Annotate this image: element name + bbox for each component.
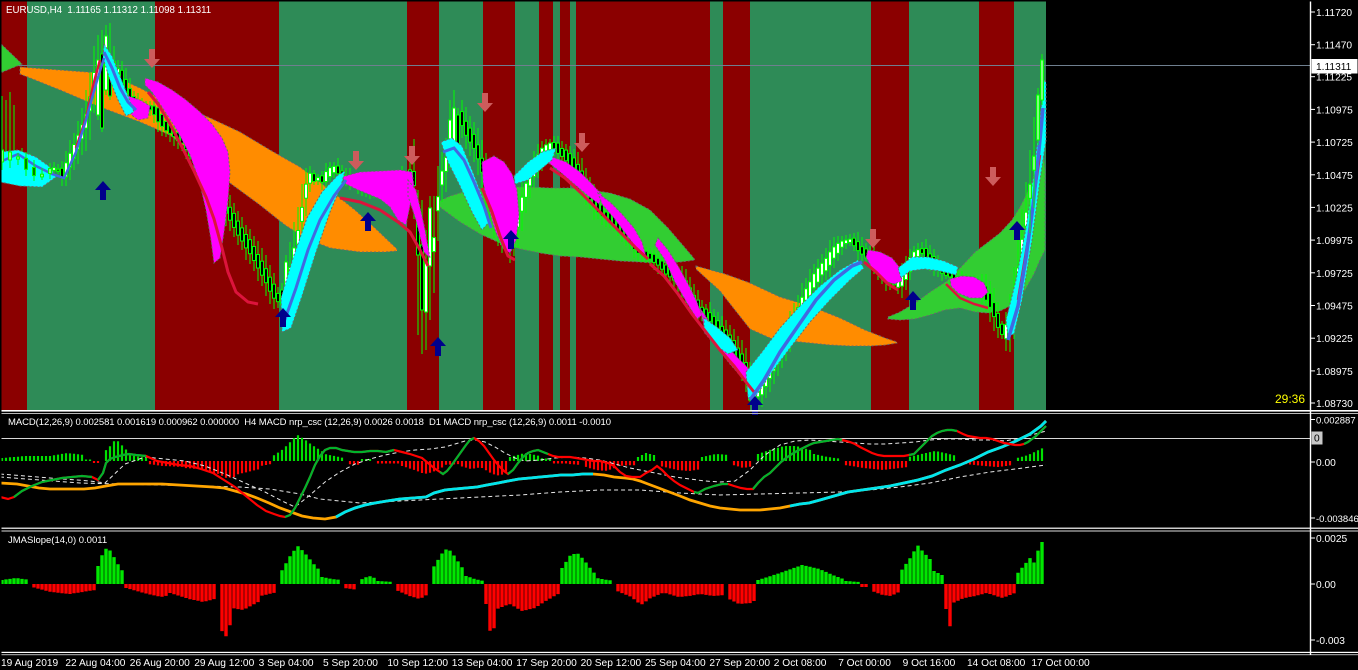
svg-text:0.002887: 0.002887 [1316,416,1356,427]
svg-text:1.08730: 1.08730 [1316,399,1353,410]
svg-text:1.11470: 1.11470 [1316,41,1352,52]
svg-text:0.00: 0.00 [1316,580,1336,591]
svg-text:27 Sep 20:00: 27 Sep 20:00 [709,658,770,669]
svg-text:1.11720: 1.11720 [1316,8,1352,19]
svg-text:19 Aug 2019: 19 Aug 2019 [1,658,59,669]
svg-text:0: 0 [1314,434,1320,445]
svg-text:-0.003846: -0.003846 [1316,514,1358,525]
svg-text:2 Oct 08:00: 2 Oct 08:00 [774,658,827,669]
svg-text:9 Oct 16:00: 9 Oct 16:00 [903,658,956,669]
svg-text:5 Sep 20:00: 5 Sep 20:00 [323,658,378,669]
svg-text:EURUSD,H4 1.11165 1.11312 1.1: EURUSD,H4 1.11165 1.11312 1.11098 1.1131… [6,5,211,16]
svg-text:1.08975: 1.08975 [1316,367,1353,378]
svg-text:26 Aug 20:00: 26 Aug 20:00 [130,658,190,669]
svg-text:1.10475: 1.10475 [1316,171,1353,182]
svg-text:7 Oct 00:00: 7 Oct 00:00 [838,658,891,669]
svg-text:14 Oct 08:00: 14 Oct 08:00 [967,658,1026,669]
svg-text:JMASlope(14,0) 0.0011: JMASlope(14,0) 0.0011 [8,535,107,546]
svg-text:MACD(12,26,9) 0.002581 0.00161: MACD(12,26,9) 0.002581 0.001619 0.000962… [8,417,611,428]
svg-text:13 Sep 04:00: 13 Sep 04:00 [452,658,513,669]
svg-text:1.10225: 1.10225 [1316,203,1353,214]
svg-text:1.09725: 1.09725 [1316,269,1353,280]
svg-text:1.09975: 1.09975 [1316,236,1353,247]
svg-text:0.0025: 0.0025 [1316,534,1347,545]
svg-text:25 Sep 04:00: 25 Sep 04:00 [645,658,706,669]
svg-text:17 Sep 20:00: 17 Sep 20:00 [516,658,577,669]
svg-text:-0.003: -0.003 [1316,636,1345,647]
svg-text:22 Aug 04:00: 22 Aug 04:00 [65,658,125,669]
svg-text:29 Aug 12:00: 29 Aug 12:00 [194,658,254,669]
svg-text:3 Sep 04:00: 3 Sep 04:00 [259,658,314,669]
svg-text:1.10975: 1.10975 [1316,105,1353,116]
svg-text:1.11311: 1.11311 [1316,62,1352,73]
svg-text:1.09475: 1.09475 [1316,302,1353,313]
svg-text:10 Sep 12:00: 10 Sep 12:00 [387,658,448,669]
svg-text:0.00: 0.00 [1316,458,1336,469]
svg-text:1.10725: 1.10725 [1316,138,1353,149]
svg-text:1.11225: 1.11225 [1316,73,1352,84]
svg-text:29:36: 29:36 [1275,392,1305,406]
svg-text:17 Oct 00:00: 17 Oct 00:00 [1031,658,1090,669]
svg-text:1.09225: 1.09225 [1316,334,1353,345]
svg-text:20 Sep 12:00: 20 Sep 12:00 [581,658,642,669]
